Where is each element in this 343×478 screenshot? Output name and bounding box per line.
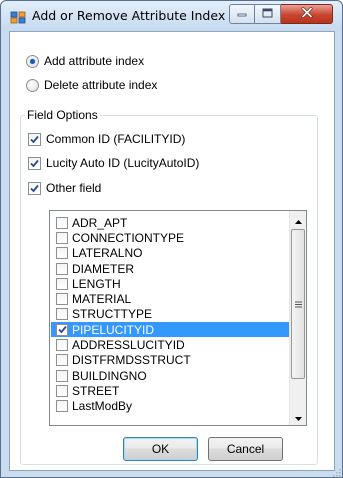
ok-button[interactable]: OK — [123, 437, 198, 461]
checkbox-icon — [56, 339, 68, 352]
close-icon — [301, 7, 313, 21]
field-options-title: Field Options — [25, 108, 100, 122]
checkbox-checked-icon — [28, 156, 41, 170]
app-window-icon — [10, 9, 26, 25]
radio-delete-index[interactable]: Delete attribute index — [26, 78, 157, 92]
field-list-item[interactable]: LENGTH — [51, 276, 289, 291]
checkbox-icon — [56, 354, 68, 367]
check-common-id[interactable]: Common ID (FACILITYID) — [28, 132, 185, 146]
checkbox-checked-icon — [28, 181, 41, 195]
field-list-items: ADR_APT CONNECTIONTYPE LATERALNO DIAMETER LE… — [51, 215, 289, 414]
field-list-item[interactable]: STREET — [51, 383, 289, 398]
field-list-item[interactable]: DIAMETER — [51, 261, 289, 276]
checkbox-icon — [56, 400, 68, 413]
checkbox-icon — [56, 308, 68, 321]
window-title: Add or Remove Attribute Index — [32, 8, 226, 23]
field-list-item[interactable]: LATERALNO — [51, 246, 289, 261]
minimize-button[interactable] — [229, 4, 255, 24]
field-list-item-label: LATERALNO — [72, 246, 143, 261]
field-list-item[interactable]: BUILDINGNO — [51, 368, 289, 383]
radio-delete-label: Delete attribute index — [44, 78, 158, 92]
field-list-item[interactable]: ADDRESSLUCITYID — [51, 337, 289, 352]
field-list-item-label: LastModBy — [72, 399, 133, 414]
check-common-id-label: Common ID (FACILITYID) — [46, 132, 186, 146]
maximize-icon — [262, 7, 273, 21]
field-list-item-label: STRUCTTYPE — [72, 307, 153, 322]
scroll-up-button[interactable] — [290, 211, 307, 228]
check-other-field-label: Other field — [46, 181, 102, 195]
radio-add-label: Add attribute index — [44, 54, 145, 68]
radio-button-icon — [26, 54, 39, 68]
close-button[interactable] — [281, 4, 333, 24]
field-list-item-label: MATERIAL — [72, 292, 132, 307]
resize-grip-icon[interactable] — [331, 466, 341, 477]
field-list-item[interactable]: PIPELUCITYID — [51, 322, 289, 338]
arrow-down-icon — [295, 410, 302, 424]
checkbox-icon — [56, 262, 68, 275]
field-list-item-label: DIAMETER — [72, 261, 135, 276]
checkbox-checked-icon — [56, 323, 68, 336]
field-list-item-label: DISTFRMDSSTRUCT — [72, 353, 191, 368]
checkbox-icon — [56, 293, 68, 306]
field-list-item[interactable]: MATERIAL — [51, 291, 289, 306]
scroll-down-button[interactable] — [290, 408, 307, 425]
field-list-item-label: CONNECTIONTYPE — [72, 230, 185, 245]
title-bar[interactable]: Add or Remove Attribute Index — [1, 1, 342, 31]
field-list-item-label: ADDRESSLUCITYID — [72, 338, 185, 353]
field-list-scrollbar[interactable] — [289, 211, 306, 425]
check-lucity-auto-id[interactable]: Lucity Auto ID (LucityAutoID) — [28, 156, 199, 170]
radio-add-index[interactable]: Add attribute index — [26, 54, 144, 68]
arrow-up-icon — [295, 213, 302, 227]
field-list-item-label: ADR_APT — [72, 215, 128, 230]
checkbox-icon — [56, 216, 68, 229]
field-list-item[interactable]: CONNECTIONTYPE — [51, 230, 289, 245]
check-other-field[interactable]: Other field — [28, 181, 101, 195]
field-list-item-label: LENGTH — [72, 276, 121, 291]
checkbox-checked-icon — [28, 132, 41, 146]
maximize-button[interactable] — [255, 4, 281, 24]
cancel-button[interactable]: Cancel — [208, 437, 283, 461]
checkbox-icon — [56, 231, 68, 244]
checkbox-icon — [56, 369, 68, 382]
field-list-item-label: BUILDINGNO — [72, 368, 147, 383]
scroll-thumb[interactable] — [291, 229, 305, 379]
checkbox-icon — [56, 277, 68, 290]
field-list-item[interactable]: STRUCTTYPE — [51, 307, 289, 322]
field-list-item-label: STREET — [72, 383, 120, 398]
grip-lines-icon — [294, 297, 302, 311]
checkbox-icon — [56, 247, 68, 260]
field-list-item[interactable]: LastModBy — [51, 399, 289, 414]
checkbox-icon — [56, 384, 68, 397]
field-list-item[interactable]: ADR_APT — [51, 215, 289, 230]
check-lucity-auto-id-label: Lucity Auto ID (LucityAutoID) — [46, 156, 200, 170]
radio-button-icon — [26, 78, 39, 92]
field-list-item[interactable]: DISTFRMDSSTRUCT — [51, 353, 289, 368]
field-list-item-label: PIPELUCITYID — [72, 322, 155, 337]
field-list[interactable]: ADR_APT CONNECTIONTYPE LATERALNO DIAMETER LE… — [49, 210, 307, 426]
minimize-icon — [237, 7, 247, 21]
